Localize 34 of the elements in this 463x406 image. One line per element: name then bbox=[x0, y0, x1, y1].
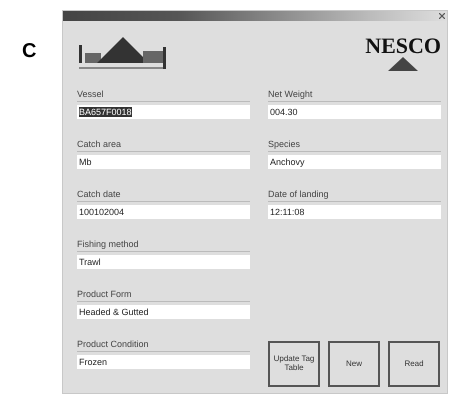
field-value: Anchovy bbox=[270, 157, 305, 167]
field-value: Mb bbox=[79, 157, 92, 167]
field-label: Product Form bbox=[77, 289, 250, 302]
field-value: Headed & Gutted bbox=[79, 307, 149, 317]
dialog-button[interactable]: Read bbox=[388, 341, 440, 387]
field-label: Net Weight bbox=[268, 89, 441, 102]
input-field[interactable]: Mb bbox=[77, 155, 250, 169]
input-field[interactable]: 12:11:08 bbox=[268, 205, 441, 219]
field-label: Product Condition bbox=[77, 339, 250, 352]
field-value: Trawl bbox=[79, 257, 101, 267]
input-field[interactable]: Anchovy bbox=[268, 155, 441, 169]
input-field[interactable]: BA657F0018 bbox=[77, 105, 250, 119]
panel-label: C bbox=[22, 40, 38, 63]
dialog-button[interactable]: New bbox=[328, 341, 380, 387]
field-value: 100102004 bbox=[79, 207, 124, 217]
triangle-icon bbox=[388, 57, 418, 71]
field-label: Vessel bbox=[77, 89, 250, 102]
field-label: Catch date bbox=[77, 189, 250, 202]
field-value: 12:11:08 bbox=[270, 207, 304, 217]
field-label: Date of landing bbox=[268, 189, 441, 202]
input-field[interactable]: 100102004 bbox=[77, 205, 250, 219]
input-field[interactable]: 004.30 bbox=[268, 105, 441, 119]
field-value: 004.30 bbox=[270, 107, 298, 117]
field-value: Frozen bbox=[79, 357, 108, 367]
close-icon[interactable] bbox=[439, 13, 445, 19]
logo-text: NESCO bbox=[365, 35, 441, 57]
input-field[interactable]: Headed & Gutted bbox=[77, 305, 250, 319]
field-label: Catch area bbox=[77, 139, 250, 152]
input-field[interactable]: Trawl bbox=[77, 255, 250, 269]
field-label: Species bbox=[268, 139, 441, 152]
dialog-button[interactable]: Update Tag Table bbox=[268, 341, 320, 387]
input-field[interactable]: Frozen bbox=[77, 355, 250, 369]
field-label: Fishing method bbox=[77, 239, 250, 252]
field-value: BA657F0018 bbox=[79, 107, 132, 117]
